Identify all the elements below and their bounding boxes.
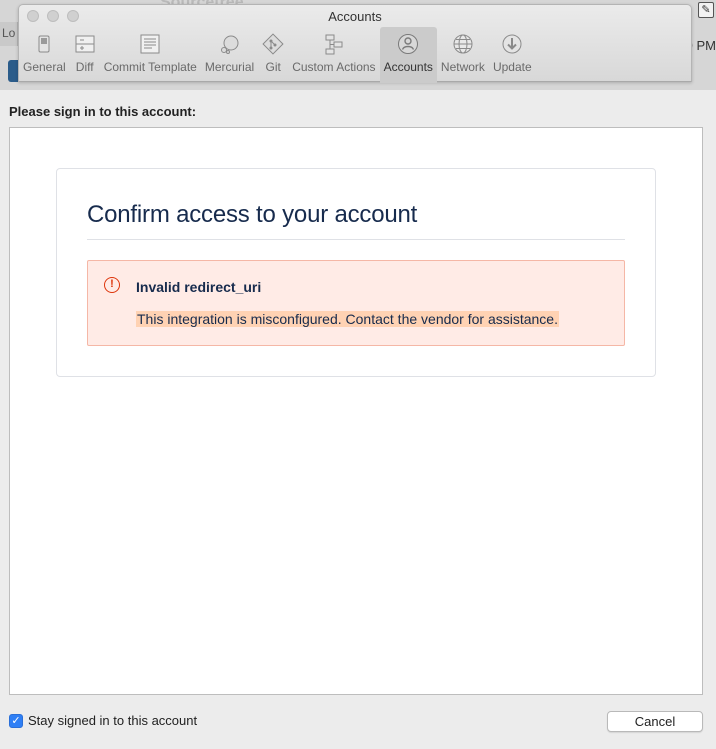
confirm-access-card: Confirm access to your account ! Invalid… bbox=[56, 168, 656, 377]
tab-mercurial[interactable]: Mercurial bbox=[201, 27, 258, 83]
tab-commit-template[interactable]: Commit Template bbox=[100, 27, 201, 83]
accounts-icon bbox=[398, 34, 419, 54]
git-icon bbox=[262, 33, 284, 55]
stay-signed-in-checkbox[interactable]: ✓ bbox=[9, 713, 23, 728]
tab-diff-label: Diff bbox=[75, 60, 94, 74]
commit-template-icon bbox=[140, 34, 160, 54]
tab-custom-actions[interactable]: Custom Actions bbox=[288, 27, 379, 83]
error-heading: Invalid redirect_uri bbox=[136, 279, 262, 295]
cancel-button[interactable]: Cancel bbox=[607, 711, 703, 732]
tab-diff[interactable]: Diff bbox=[70, 27, 100, 83]
network-globe-icon bbox=[453, 34, 473, 54]
tab-git-label: Git bbox=[265, 60, 281, 74]
window-title: Accounts bbox=[328, 9, 382, 24]
error-banner: ! Invalid redirect_uri This integration … bbox=[87, 260, 625, 346]
preferences-window: Accounts General Diff Commit Template Me… bbox=[18, 4, 692, 83]
tab-accounts-label: Accounts bbox=[383, 60, 433, 74]
tab-general[interactable]: General bbox=[19, 27, 70, 83]
stay-signed-in-row[interactable]: ✓ Stay signed in to this account bbox=[9, 713, 197, 728]
tab-git[interactable]: Git bbox=[258, 27, 288, 83]
error-message: This integration is misconfigured. Conta… bbox=[136, 311, 559, 327]
tab-mercurial-label: Mercurial bbox=[204, 60, 255, 74]
card-divider bbox=[87, 239, 625, 240]
update-download-icon bbox=[502, 34, 522, 54]
tab-custom-actions-label: Custom Actions bbox=[292, 60, 376, 74]
tab-accounts[interactable]: Accounts bbox=[379, 27, 437, 83]
diff-icon bbox=[75, 35, 95, 53]
tab-commit-template-label: Commit Template bbox=[103, 60, 197, 74]
background-edit-icon: ✎ bbox=[698, 2, 714, 18]
mercurial-icon bbox=[220, 35, 239, 54]
sign-in-webview: Confirm access to your account ! Invalid… bbox=[9, 127, 703, 695]
background-left-tab: Lo bbox=[0, 22, 18, 46]
preferences-toolbar: General Diff Commit Template Mercurial G… bbox=[19, 27, 536, 83]
error-icon: ! bbox=[104, 277, 120, 293]
stay-signed-in-label: Stay signed in to this account bbox=[28, 713, 198, 728]
tab-update[interactable]: Update bbox=[489, 27, 536, 83]
tab-network[interactable]: Network bbox=[437, 27, 489, 83]
sign-in-prompt: Please sign in to this account: bbox=[9, 104, 197, 119]
tab-update-label: Update bbox=[492, 60, 532, 74]
card-title: Confirm access to your account bbox=[87, 201, 418, 228]
general-switch-icon bbox=[38, 35, 50, 53]
custom-actions-icon bbox=[325, 34, 343, 55]
tab-general-label: General bbox=[23, 60, 66, 74]
background-blue-tab bbox=[8, 60, 18, 82]
tab-network-label: Network bbox=[440, 60, 485, 74]
